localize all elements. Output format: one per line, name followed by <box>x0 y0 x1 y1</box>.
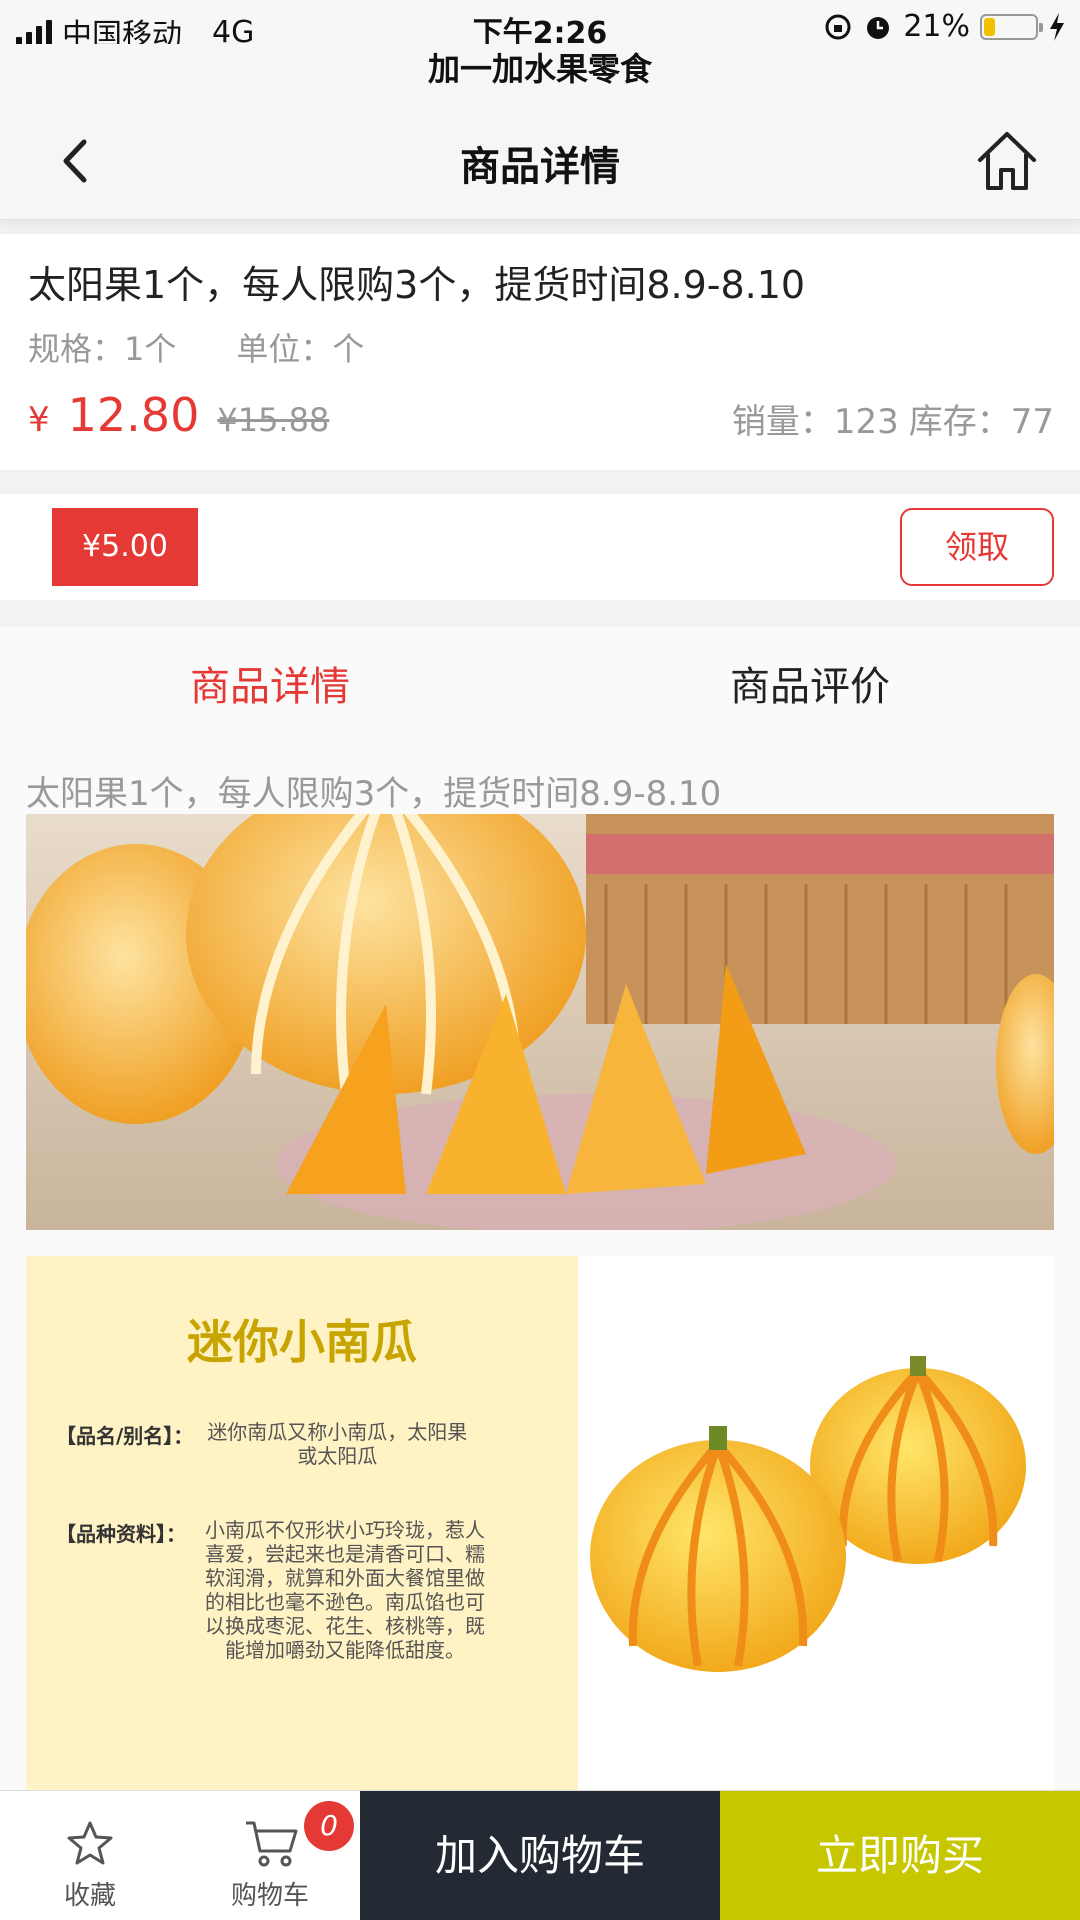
product-photo-slices <box>26 814 1054 1230</box>
alias-key: 【品名/别名】： <box>56 1424 194 1448</box>
price-row: ¥ 12.80 ¥15.88 <box>28 388 329 442</box>
sales-stock: 销量：123 库存：77 <box>732 394 1054 443</box>
tab-product-reviews[interactable]: 商品评价 <box>540 654 1080 712</box>
battery-icon <box>980 13 1043 40</box>
status-right: 21% <box>823 9 1066 44</box>
page-title: 商品详情 <box>460 144 620 190</box>
buy-now-button[interactable]: 立即购买 <box>720 1791 1080 1920</box>
cart-label: 购物车 <box>230 1881 309 1911</box>
star-icon <box>67 1821 113 1865</box>
sales-count: 销量：123 <box>731 402 899 442</box>
tab-bar: 商品详情 商品评价 <box>0 626 1080 736</box>
cart-button[interactable]: 0 购物车 <box>180 1791 360 1920</box>
add-to-cart-button[interactable]: 加入购物车 <box>360 1791 720 1920</box>
variety-key: 【品种资料】： <box>56 1522 186 1546</box>
product-info-card: 太阳果1个，每人限购3个，提货时间8.9-8.10 规格：1个 单位：个 ¥ 1… <box>0 234 1080 470</box>
tab-product-detail[interactable]: 商品详情 <box>0 654 540 712</box>
favorite-button[interactable]: 收藏 <box>0 1791 180 1920</box>
stock-count: 库存：77 <box>908 402 1054 442</box>
variety-info-panel: 迷你小南瓜 【品名/别名】： 迷你南瓜又称小南瓜，太阳果或太阳瓜 【品种资料】：… <box>26 1256 578 1790</box>
charging-icon <box>1050 12 1064 41</box>
miniapp-title: 加一加水果零食 <box>0 44 1080 104</box>
battery-percent: 21% <box>903 9 970 44</box>
navigation-bar: 商品详情 <box>0 104 1080 220</box>
pumpkin-pair-image <box>590 1356 1026 1672</box>
detail-content: 商品详情 商品评价 太阳果1个，每人限购3个，提货时间8.9-8.10 迷你小南… <box>0 626 1080 1790</box>
coupon-row: ¥5.00 领取 <box>0 494 1080 600</box>
product-title: 太阳果1个，每人限购3个，提货时间8.9-8.10 <box>28 263 806 307</box>
cart-count-badge: 0 <box>304 1801 354 1851</box>
variety-row: 【品种资料】： 小南瓜不仅形状小巧玲珑，惹人喜爱，尝起来也是清香可口、糯软润滑，… <box>56 1518 490 1662</box>
alias-row: 【品名/别名】： 迷你南瓜又称小南瓜，太阳果或太阳瓜 <box>56 1420 467 1468</box>
unit-label: 单位：个 <box>236 330 365 368</box>
variety-value: 小南瓜不仅形状小巧玲珑，惹人喜爱，尝起来也是清香可口、糯软润滑，就算和外面大餐馆… <box>205 1518 485 1662</box>
original-price: ¥15.88 <box>217 401 330 439</box>
home-icon[interactable] <box>974 128 1040 194</box>
currency-symbol: ¥ <box>28 400 50 440</box>
coupon-amount: ¥5.00 <box>52 508 198 586</box>
bottom-action-bar: 收藏 0 购物车 加入购物车 立即购买 <box>0 1790 1080 1920</box>
current-price: 12.80 <box>67 388 200 442</box>
product-info-image: 迷你小南瓜 【品名/别名】： 迷你南瓜又称小南瓜，太阳果或太阳瓜 【品种资料】：… <box>26 1256 1054 1790</box>
favorite-label: 收藏 <box>63 1881 116 1911</box>
claim-coupon-button[interactable]: 领取 <box>900 508 1054 586</box>
alias-value: 迷你南瓜又称小南瓜，太阳果或太阳瓜 <box>207 1420 468 1468</box>
spec-label: 规格：1个 <box>28 330 177 368</box>
rotation-lock-icon <box>825 14 851 39</box>
detail-description: 太阳果1个，每人限购3个，提货时间8.9-8.10 <box>26 774 722 814</box>
cart-icon <box>246 1821 298 1867</box>
alarm-icon <box>867 16 890 39</box>
variety-title: 迷你小南瓜 <box>187 1315 417 1369</box>
spec-row: 规格：1个 单位：个 <box>28 324 364 370</box>
